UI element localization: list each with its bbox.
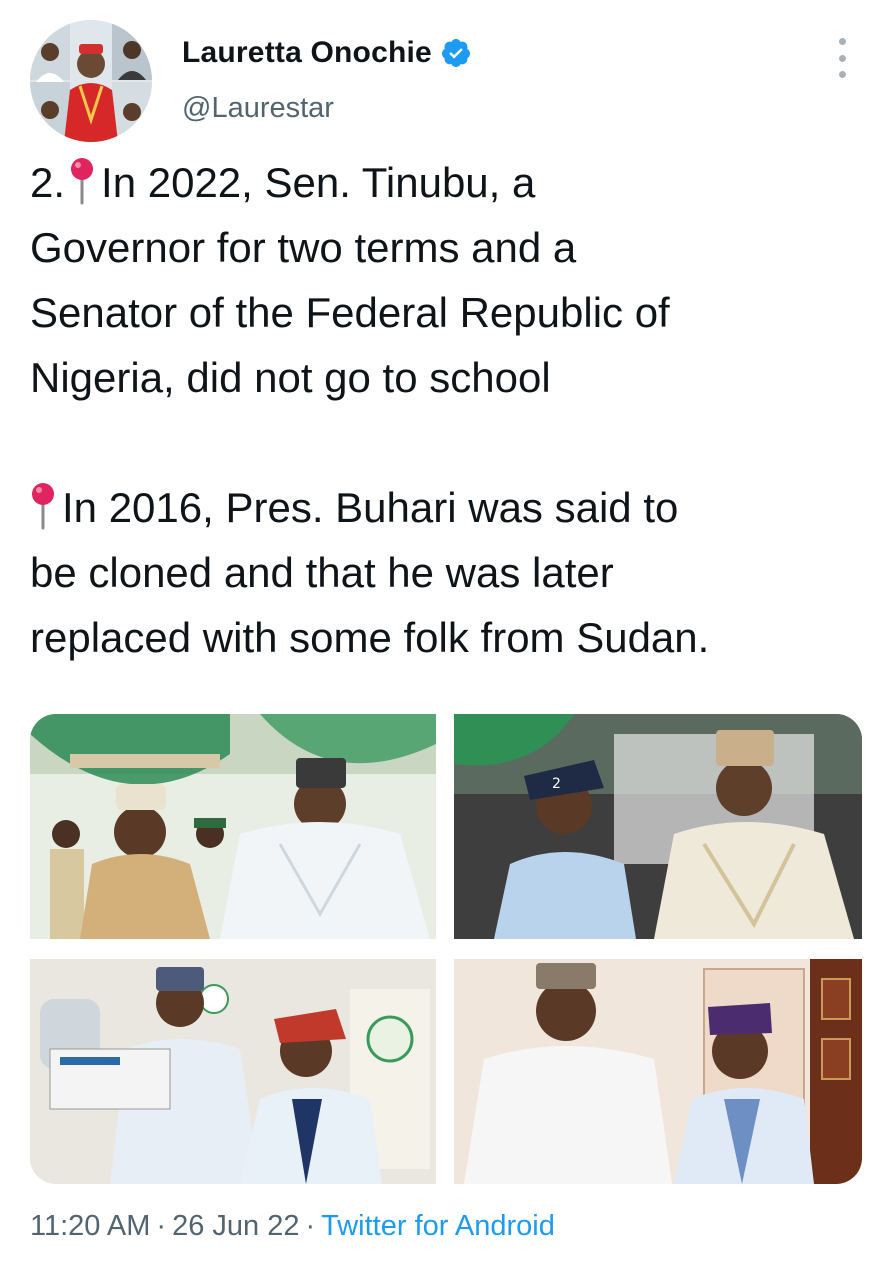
tweet-line: be cloned and that he was later <box>30 549 614 596</box>
tweet-source-link[interactable]: Twitter for Android <box>321 1210 555 1242</box>
round-pushpin-icon <box>30 480 56 532</box>
round-pushpin-icon <box>69 155 95 207</box>
tweet-line: Senator of the Federal Republic of <box>30 289 670 336</box>
tweet-text: 2. In 2022, Sen. Tinubu, a Governor for t… <box>30 150 860 670</box>
tweet-meta: 11:20 AM · 26 Jun 22 · Twitter for Android <box>30 1210 555 1243</box>
photo-4[interactable] <box>454 959 862 1184</box>
tweet-line: Nigeria, did not go to school <box>30 354 551 401</box>
list-number: 2. <box>30 159 66 206</box>
photo-2[interactable]: 2 <box>454 714 862 939</box>
display-name[interactable]: Lauretta Onochie <box>182 36 432 70</box>
media-grid: 2 <box>30 714 862 1184</box>
tweet-date[interactable]: 26 Jun 22 <box>172 1210 299 1242</box>
author-name-row: Lauretta Onochie <box>182 36 472 70</box>
tweet-time[interactable]: 11:20 AM <box>30 1210 150 1242</box>
verified-badge-icon <box>440 37 472 69</box>
tweet-line: replaced with some folk from Sudan. <box>30 614 710 661</box>
avatar[interactable] <box>30 20 152 142</box>
tweet-line: 2. In 2022, Sen. Tinubu, a <box>30 150 860 215</box>
separator: · <box>305 1210 316 1242</box>
photo-3[interactable] <box>30 959 436 1184</box>
author-handle[interactable]: @Laurestar <box>182 92 334 125</box>
tweet-line-text: In 2022, Sen. Tinubu, a <box>101 159 536 206</box>
svg-text:2: 2 <box>552 776 561 792</box>
tweet-line-text: In 2016, Pres. Buhari was said to <box>62 484 679 531</box>
tweet-line: In 2016, Pres. Buhari was said to <box>30 475 860 540</box>
tweet-card: Lauretta Onochie @Laurestar 2. In 2022, S… <box>0 0 888 1280</box>
separator: · <box>156 1210 167 1242</box>
tweet-line: Governor for two terms and a <box>30 224 577 271</box>
more-options-icon[interactable] <box>828 38 856 78</box>
photo-1[interactable] <box>30 714 436 939</box>
